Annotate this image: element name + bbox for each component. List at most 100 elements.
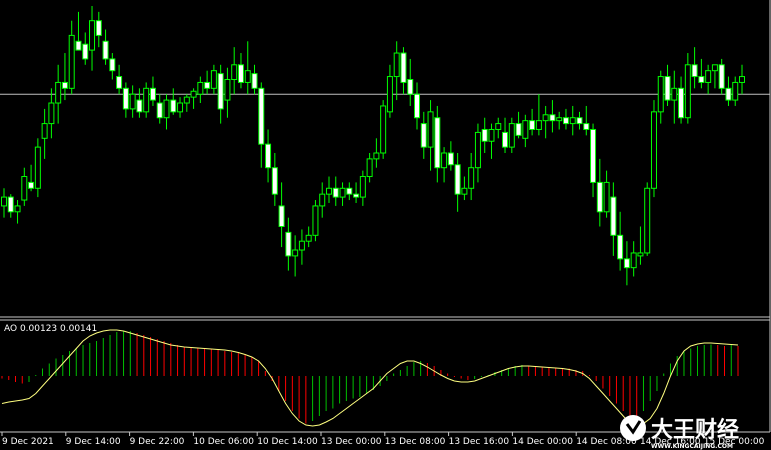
candle (380, 100, 387, 159)
watermark-brand: 大王财经 (651, 417, 739, 443)
bear-candle-body (454, 164, 461, 195)
bear-candle-body (258, 87, 265, 145)
bull-candle-body (644, 187, 651, 254)
bull-candle-body (41, 123, 48, 139)
bear-candle-body (278, 205, 285, 227)
ao-indicator-label: AO 0.00123 0.00141 (4, 324, 97, 334)
bear-candle-body (7, 196, 14, 213)
bull-candle-body (129, 93, 136, 110)
bull-candle-body (380, 105, 387, 154)
bull-candle-body (319, 193, 326, 207)
x-tick-label: 13 Dec 00:00 (321, 437, 382, 447)
bear-candle-body (725, 87, 732, 101)
bear-candle-body (434, 117, 441, 169)
bear-candle-body (549, 114, 556, 122)
bear-candle-body (95, 20, 102, 36)
bull-candle-body (48, 102, 55, 125)
bull-candle-body (366, 158, 373, 178)
bear-candle-body (515, 123, 522, 136)
bear-candle-body (698, 76, 705, 83)
bear-candle-body (116, 76, 123, 89)
watermark-url: WWW.KINGCAIJING.COM (651, 443, 733, 450)
x-tick-label: 14 Dec 00:00 (512, 437, 573, 447)
bear-candle-body (28, 181, 35, 189)
bear-candle-body (251, 73, 258, 89)
bear-candle-body (204, 81, 211, 89)
bull-candle-body (55, 81, 62, 104)
bull-candle-body (522, 120, 529, 139)
bull-candle-body (312, 205, 319, 236)
bull-candle-body (21, 176, 28, 201)
trading-chart: AO 0.00123 0.00141 9 Dec 2021 9 Dec 14:00… (0, 0, 771, 450)
bull-candle-body (89, 20, 96, 51)
bear-candle-body (75, 40, 82, 51)
bull-candle-body (427, 111, 434, 148)
bull-candle-body (224, 79, 231, 101)
bear-candle-body (265, 143, 272, 169)
bull-candle-body (292, 249, 299, 257)
bear-candle-body (414, 93, 421, 119)
bull-candle-body (474, 131, 481, 169)
bull-candle-body (177, 102, 184, 113)
bear-candle-body (623, 258, 630, 269)
bull-candle-body (190, 90, 197, 98)
bull-candle-body (488, 128, 495, 142)
x-tick-label: 9 Dec 22:00 (130, 437, 185, 447)
bear-candle-body (332, 187, 339, 198)
bull-candle-body (197, 81, 204, 95)
bear-candle-body (156, 102, 163, 119)
bear-candle-body (407, 79, 414, 95)
bull-candle-body (143, 87, 150, 113)
bull-candle-body (1, 196, 7, 207)
bull-candle-body (244, 70, 251, 83)
bear-candle-body (562, 117, 569, 125)
bull-candle-body (441, 152, 448, 169)
bull-candle-body (210, 70, 217, 89)
bear-candle-body (718, 64, 725, 89)
bull-candle-body (705, 70, 712, 83)
x-tick-label: 9 Dec 14:00 (66, 437, 121, 447)
bear-candle-body (217, 73, 224, 110)
bear-candle-body (353, 193, 360, 198)
bull-candle-body (495, 123, 502, 130)
bull-candle-body (657, 76, 664, 113)
bull-candle-body (739, 76, 745, 83)
x-tick-label: 13 Dec 16:00 (449, 437, 510, 447)
bull-candle-body (386, 76, 393, 113)
bear-candle-body (109, 58, 116, 72)
candle (650, 100, 657, 198)
bull-candle-body (325, 187, 332, 195)
bear-candle-body (170, 99, 177, 113)
bull-candle-body (359, 176, 366, 198)
bear-candle-body (82, 43, 89, 60)
bull-candle-body (671, 87, 678, 101)
bear-candle-body (61, 81, 68, 89)
bear-candle-body (122, 87, 129, 110)
bull-candle-body (630, 252, 637, 269)
bear-candle-body (610, 196, 617, 236)
x-tick-label: 10 Dec 06:00 (193, 437, 254, 447)
bear-candle-body (596, 181, 603, 213)
bear-candle-body (691, 64, 698, 78)
candle (34, 138, 41, 198)
bull-candle-body (34, 146, 41, 189)
bear-candle-body (149, 87, 156, 101)
bull-candle-body (684, 64, 691, 119)
bull-candle-body (183, 96, 190, 104)
bear-candle-body (590, 128, 597, 183)
x-tick-label: 9 Dec 2021 (2, 437, 54, 447)
bear-candle-body (102, 40, 109, 60)
bear-candle-body (400, 52, 407, 83)
bull-candle-body (569, 117, 576, 125)
bear-candle-body (271, 167, 278, 195)
bull-candle-body (339, 187, 346, 198)
bear-candle-body (136, 99, 143, 113)
bear-candle-body (529, 120, 536, 130)
bull-candle-body (298, 240, 305, 251)
bear-candle-body (285, 231, 292, 257)
bear-candle-body (237, 64, 244, 83)
bull-candle-body (14, 205, 21, 213)
candle (312, 200, 319, 242)
bear-candle-body (346, 187, 353, 195)
bear-candle-body (502, 131, 509, 148)
